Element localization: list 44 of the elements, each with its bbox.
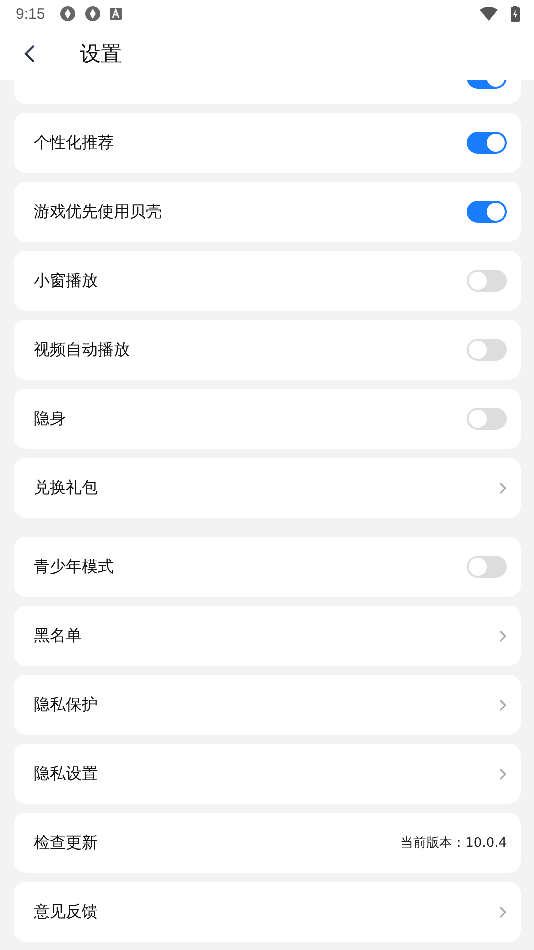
version-text: 当前版本：10.0.4 [400,835,507,852]
settings-row[interactable]: 小窗播放 [14,251,521,311]
settings-row[interactable]: 隐身 [14,389,521,449]
font-icon [110,8,122,20]
settings-row[interactable]: 视频自动播放 [14,320,521,380]
battery-icon [511,6,520,22]
row-label: 黑名单 [34,626,82,646]
wifi-icon [480,7,498,21]
toggle-switch[interactable] [467,201,507,223]
status-time: 9:15 [16,6,46,22]
row-label: 青少年模式 [34,556,114,578]
settings-row[interactable]: 隐私设置 [14,744,521,804]
settings-row[interactable]: 隐私保护 [14,675,521,735]
chevron-icon [499,482,507,494]
row-label: 检查更新 [34,832,98,854]
back-icon[interactable] [24,44,36,64]
settings-row[interactable]: 个性化推荐 [14,113,521,173]
row-label: 意见反馈 [34,902,98,922]
settings-row[interactable]: 检查更新 当前版本：10.0.4 [14,813,521,873]
row-label: 隐私保护 [34,694,98,716]
settings-row[interactable]: 黑名单 [14,606,521,666]
toggle-switch[interactable] [467,408,507,430]
row-label: 小窗播放 [34,270,98,292]
toggle-switch[interactable] [467,270,507,292]
row-label: 隐私设置 [34,764,98,784]
settings-row[interactable]: 游戏优先使用贝壳 [14,182,521,242]
chevron-icon [499,906,507,918]
toggle-switch[interactable] [467,556,507,578]
page-title: 设置 [80,41,122,68]
aperture-icon [85,6,102,22]
aperture-icon [60,6,76,22]
settings-row[interactable]: 兑换礼包 [14,458,521,518]
chevron-icon [499,698,507,712]
row-label: 隐身 [34,408,66,430]
settings-row[interactable]: 意见反馈 [14,882,521,942]
toggle-switch[interactable] [467,339,507,361]
row-label: 游戏优先使用贝壳 [34,202,162,222]
chevron-icon [499,630,507,642]
row-label: 个性化推荐 [34,132,114,154]
settings-row[interactable]: 青少年模式 [14,537,521,597]
row-label: 兑换礼包 [34,478,98,498]
toggle-switch[interactable] [467,132,507,154]
chevron-icon [499,768,507,780]
row-label: 视频自动播放 [34,340,130,360]
